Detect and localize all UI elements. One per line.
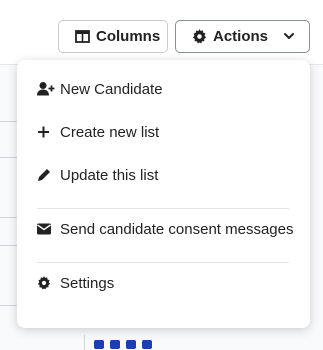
list-icon[interactable] bbox=[142, 340, 152, 349]
menu-divider bbox=[37, 262, 289, 263]
user-icon[interactable] bbox=[94, 340, 104, 349]
pencil-icon[interactable] bbox=[110, 340, 120, 349]
actions-dropdown-menu: New Candidate Create new list Update thi… bbox=[17, 60, 310, 328]
gear-icon bbox=[37, 276, 51, 290]
plus-icon bbox=[37, 126, 50, 139]
row-action-icons bbox=[94, 340, 152, 349]
menu-item-label: Update this list bbox=[60, 166, 159, 184]
envelope-icon bbox=[37, 223, 51, 235]
menu-item-label: Create new list bbox=[60, 123, 160, 141]
menu-divider bbox=[37, 208, 289, 209]
columns-button[interactable]: Columns bbox=[58, 20, 168, 53]
pencil-icon bbox=[37, 168, 51, 182]
actions-button[interactable]: Actions bbox=[175, 20, 310, 53]
actions-label: Actions bbox=[213, 28, 269, 45]
menu-item-label: Settings bbox=[60, 274, 115, 292]
menu-item-label: New Candidate bbox=[60, 80, 163, 98]
menu-item-update-this-list[interactable]: Update this list bbox=[17, 160, 310, 190]
menu-item-label: Send candidate consent messages bbox=[60, 220, 294, 238]
table-column-divider bbox=[84, 335, 85, 350]
user-plus-icon bbox=[37, 82, 55, 97]
chevron-down-icon bbox=[283, 30, 295, 42]
linkedin-icon[interactable] bbox=[126, 340, 136, 349]
columns-icon bbox=[75, 30, 90, 43]
menu-item-send-consent-messages[interactable]: Send candidate consent messages bbox=[17, 214, 310, 244]
columns-label: Columns bbox=[96, 28, 161, 45]
gear-icon bbox=[192, 29, 207, 44]
menu-item-settings[interactable]: Settings bbox=[17, 268, 310, 298]
menu-item-new-candidate[interactable]: New Candidate bbox=[17, 74, 310, 104]
menu-item-create-new-list[interactable]: Create new list bbox=[17, 117, 310, 147]
